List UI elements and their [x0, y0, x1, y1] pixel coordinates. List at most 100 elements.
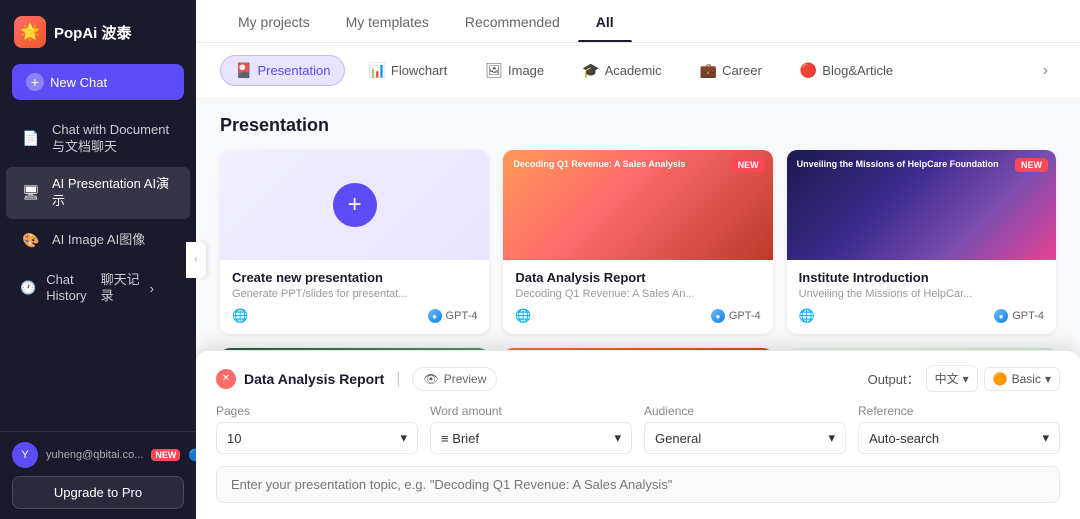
- card-data-analysis-body: Data Analysis Report Decoding Q1 Revenue…: [503, 260, 772, 334]
- card-create-body: Create new presentation Generate PPT/sli…: [220, 260, 489, 334]
- field-reference-select[interactable]: Auto-search ▾: [858, 422, 1060, 454]
- upgrade-button[interactable]: Upgrade to Pro: [12, 476, 184, 509]
- panel-fields: Pages 10 ▾ Word amount ≡ Brief ▾ Audienc…: [216, 404, 1060, 454]
- card-institute-title: Institute Introduction: [799, 270, 1044, 285]
- new-chat-button[interactable]: + New Chat: [12, 64, 184, 100]
- sidebar-collapse-handle[interactable]: ‹: [186, 242, 206, 278]
- user-info: yuheng@qbitai.co...: [46, 449, 143, 461]
- card-data-analysis-desc: Decoding Q1 Revenue: A Sales An...: [515, 288, 760, 300]
- career-pill-icon: 💼: [700, 62, 717, 79]
- eye-icon: 👁: [423, 372, 438, 386]
- card-create-thumb: +: [220, 150, 489, 260]
- tab-my-projects[interactable]: My projects: [220, 0, 328, 42]
- gpt-label: GPT-4: [446, 310, 478, 322]
- field-pages: Pages 10 ▾: [216, 404, 418, 454]
- gpt-label-3: GPT-4: [1012, 310, 1044, 322]
- sidebar-item-presentation[interactable]: 🖥 AI Presentation AI演示: [6, 167, 190, 219]
- image-icon: 🎨: [20, 230, 42, 252]
- card-data-analysis-thumb: NEW Decoding Q1 Revenue: A Sales Analysi…: [503, 150, 772, 260]
- preview-label: Preview: [444, 372, 487, 386]
- tab-all[interactable]: All: [578, 0, 632, 42]
- field-word-amount: Word amount ≡ Brief ▾: [430, 404, 632, 454]
- sidebar-item-image[interactable]: 🎨 AI Image AI图像: [6, 221, 190, 261]
- output-label: Output：: [868, 369, 920, 388]
- sidebar-item-document[interactable]: 📄 Chat with Document 与文档聊天: [6, 113, 190, 165]
- app-logo: 🌟 PopAi 波泰: [0, 0, 196, 60]
- field-audience-value: General: [655, 431, 701, 446]
- category-career-label: Career: [722, 63, 762, 78]
- history-label-cn2: 录: [101, 288, 140, 305]
- sidebar: 🌟 PopAi 波泰 + New Chat 📄 Chat with Docume…: [0, 0, 196, 519]
- card-data-analysis-title: Data Analysis Report: [515, 270, 760, 285]
- category-image[interactable]: 🖼 Image: [470, 55, 559, 86]
- category-career[interactable]: 💼 Career: [685, 55, 777, 86]
- sidebar-item-presentation-label: AI Presentation AI演示: [52, 176, 176, 210]
- field-reference: Reference Auto-search ▾: [858, 404, 1060, 454]
- top-tabs: My projects My templates Recommended All: [196, 0, 1080, 43]
- gpt-dot-icon: ●: [428, 309, 442, 323]
- output-chevron-icon: ▾: [963, 372, 969, 386]
- upgrade-label: Upgrade to Pro: [54, 485, 142, 500]
- field-word-amount-value: ≡ Brief: [441, 431, 479, 446]
- panel-close-button[interactable]: ✕: [216, 369, 236, 389]
- document-icon: 📄: [20, 128, 42, 150]
- word-amount-chevron-icon: ▾: [614, 430, 621, 446]
- panel-output: Output： 中文 ▾ 🟠 Basic ▾: [868, 365, 1060, 392]
- category-presentation-label: Presentation: [257, 63, 330, 78]
- tab-my-templates-label: My templates: [346, 14, 429, 30]
- field-audience-select[interactable]: General ▾: [644, 422, 846, 454]
- tab-my-templates[interactable]: My templates: [328, 0, 447, 42]
- gpt-badge: ● GPT-4: [428, 309, 478, 323]
- basic-dot: 🟠: [993, 372, 1008, 386]
- card-data-analysis-footer: 🌐 ● GPT-4: [515, 308, 760, 324]
- new-tag-data: NEW: [732, 158, 765, 172]
- category-bar: 🎴 Presentation 📊 Flowchart 🖼 Image 🎓 Aca…: [196, 43, 1080, 99]
- tab-recommended[interactable]: Recommended: [447, 0, 578, 42]
- history-label-history: History: [46, 288, 86, 305]
- user-email: yuheng@qbitai.co...: [46, 449, 143, 461]
- app-name: PopAi 波泰: [54, 22, 132, 43]
- blog-pill-icon: 🔴: [800, 62, 817, 79]
- academic-pill-icon: 🎓: [582, 62, 599, 79]
- presentation-pill-icon: 🎴: [235, 62, 252, 79]
- field-pages-select[interactable]: 10 ▾: [216, 422, 418, 454]
- field-audience: Audience General ▾: [644, 404, 846, 454]
- card-institute-desc: Unveiling the Missions of HelpCar...: [799, 288, 1044, 300]
- user-row: Y yuheng@qbitai.co... NEW 🔵 🌀: [12, 442, 184, 468]
- topic-input[interactable]: [216, 466, 1060, 503]
- reference-chevron-icon: ▾: [1042, 430, 1049, 446]
- category-flowchart-label: Flowchart: [391, 63, 447, 78]
- card-institute[interactable]: NEW Unveiling the Missions of HelpCare F…: [787, 150, 1056, 334]
- card-institute-thumb: NEW Unveiling the Missions of HelpCare F…: [787, 150, 1056, 260]
- panel-preview-button[interactable]: 👁 Preview: [412, 367, 497, 391]
- new-badge: NEW: [151, 449, 180, 461]
- field-audience-label: Audience: [644, 404, 846, 418]
- field-pages-label: Pages: [216, 404, 418, 418]
- gpt-label-2: GPT-4: [729, 310, 761, 322]
- card-create-footer: 🌐 ● GPT-4: [232, 308, 477, 324]
- field-reference-value: Auto-search: [869, 431, 939, 446]
- tab-recommended-label: Recommended: [465, 14, 560, 30]
- gpt-badge-2: ● GPT-4: [711, 309, 761, 323]
- history-label-chat: Chat: [46, 272, 86, 289]
- history-chevron-icon: ›: [150, 281, 154, 296]
- category-image-label: Image: [508, 63, 544, 78]
- field-reference-label: Reference: [858, 404, 1060, 418]
- new-tag-institute: NEW: [1015, 158, 1048, 172]
- category-presentation[interactable]: 🎴 Presentation: [220, 55, 345, 86]
- output-select[interactable]: 中文 ▾: [926, 365, 978, 392]
- category-flowchart[interactable]: 📊 Flowchart: [353, 55, 462, 86]
- more-categories-arrow[interactable]: ›: [1035, 58, 1056, 84]
- pages-chevron-icon: ▾: [400, 430, 407, 446]
- section-title: Presentation: [220, 115, 1056, 136]
- globe-icon-2: 🌐: [515, 308, 531, 324]
- field-word-amount-select[interactable]: ≡ Brief ▾: [430, 422, 632, 454]
- category-blog[interactable]: 🔴 Blog&Article: [785, 55, 908, 86]
- history-label-cn1: 聊天记: [101, 272, 140, 289]
- logo-icon: 🌟: [14, 16, 46, 48]
- category-academic[interactable]: 🎓 Academic: [567, 55, 677, 86]
- basic-select[interactable]: 🟠 Basic ▾: [984, 367, 1060, 391]
- sidebar-history[interactable]: 🕐 Chat History 聊天记 录 ›: [6, 263, 190, 315]
- card-data-analysis[interactable]: NEW Decoding Q1 Revenue: A Sales Analysi…: [503, 150, 772, 334]
- card-create-new[interactable]: + Create new presentation Generate PPT/s…: [220, 150, 489, 334]
